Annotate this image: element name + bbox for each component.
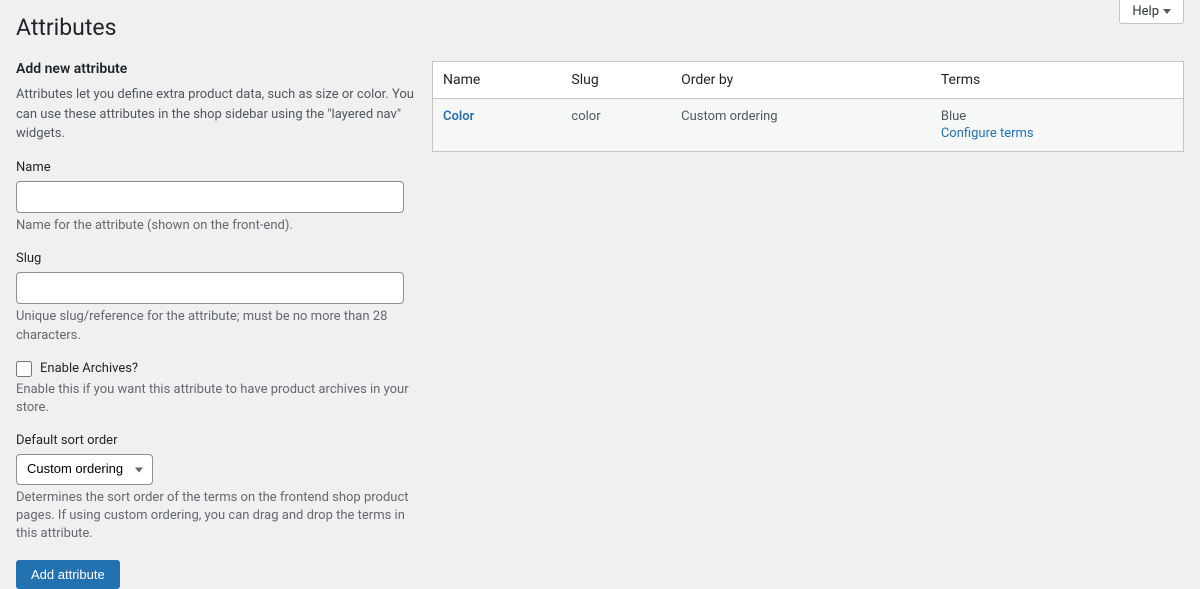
th-terms[interactable]: Terms bbox=[931, 62, 1184, 99]
cell-terms: Blue Configure terms bbox=[931, 99, 1184, 152]
slug-label: Slug bbox=[16, 251, 416, 266]
cell-orderby: Custom ordering bbox=[671, 99, 931, 152]
form-heading: Add new attribute bbox=[16, 61, 416, 77]
terms-text: Blue bbox=[941, 109, 966, 124]
help-label: Help bbox=[1132, 4, 1159, 19]
sort-label: Default sort order bbox=[16, 433, 416, 448]
cell-slug: color bbox=[561, 99, 671, 152]
attributes-table: Name Slug Order by Terms Color color Cus… bbox=[432, 61, 1184, 152]
add-attribute-form: Add new attribute Attributes let you def… bbox=[16, 61, 416, 589]
slug-help: Unique slug/reference for the attribute;… bbox=[16, 308, 416, 344]
archives-help: Enable this if you want this attribute t… bbox=[16, 381, 416, 417]
th-name[interactable]: Name bbox=[433, 62, 562, 99]
archives-field-row: Enable Archives? Enable this if you want… bbox=[16, 361, 416, 417]
name-input[interactable] bbox=[16, 181, 404, 213]
caret-down-icon bbox=[1163, 9, 1171, 14]
cell-name: Color bbox=[433, 99, 562, 152]
add-attribute-button[interactable]: Add attribute bbox=[16, 560, 120, 589]
attribute-name-link[interactable]: Color bbox=[443, 109, 474, 124]
attributes-table-container: Name Slug Order by Terms Color color Cus… bbox=[432, 61, 1184, 589]
archives-label: Enable Archives? bbox=[40, 361, 138, 376]
form-intro: Attributes let you define extra product … bbox=[16, 85, 416, 144]
archives-checkbox-row: Enable Archives? bbox=[16, 361, 416, 377]
name-field-row: Name Name for the attribute (shown on th… bbox=[16, 160, 416, 236]
slug-field-row: Slug Unique slug/reference for the attri… bbox=[16, 251, 416, 345]
slug-input[interactable] bbox=[16, 272, 404, 304]
name-label: Name bbox=[16, 160, 416, 175]
main-layout: Add new attribute Attributes let you def… bbox=[16, 61, 1184, 589]
table-header-row: Name Slug Order by Terms bbox=[433, 62, 1184, 99]
configure-terms-link[interactable]: Configure terms bbox=[941, 126, 1173, 141]
sort-select[interactable]: Custom ordering bbox=[16, 454, 153, 485]
th-slug[interactable]: Slug bbox=[561, 62, 671, 99]
table-row: Color color Custom ordering Blue Configu… bbox=[433, 99, 1184, 152]
help-tab[interactable]: Help bbox=[1119, 0, 1184, 24]
archives-checkbox[interactable] bbox=[16, 361, 32, 377]
sort-select-wrap: Custom ordering bbox=[16, 454, 153, 485]
th-orderby[interactable]: Order by bbox=[671, 62, 931, 99]
sort-field-row: Default sort order Custom ordering Deter… bbox=[16, 433, 416, 543]
name-help: Name for the attribute (shown on the fro… bbox=[16, 217, 416, 235]
sort-help: Determines the sort order of the terms o… bbox=[16, 489, 416, 544]
page-title: Attributes bbox=[16, 0, 1184, 51]
